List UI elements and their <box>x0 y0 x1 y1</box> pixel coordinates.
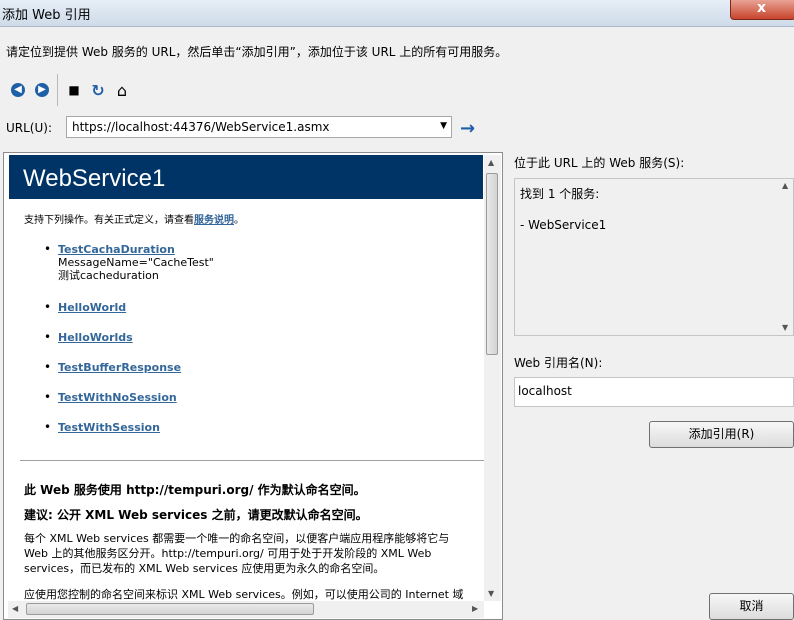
support-text: 支持下列操作。有关正式定义，请查看服务说明。 <box>24 215 244 226</box>
operation-item: • TestCachaDuration MessageName="CacheTe… <box>44 242 214 282</box>
service-header: WebService1 <box>9 155 483 199</box>
vertical-scrollbar[interactable]: ▲ ▼ <box>484 155 501 601</box>
operation-link[interactable]: HelloWorld <box>58 301 126 314</box>
scroll-up-icon[interactable]: ▲ <box>488 158 494 167</box>
home-icon: ⌂ <box>116 80 128 100</box>
stop-button[interactable]: ■ <box>66 80 82 100</box>
close-button[interactable]: x <box>730 0 794 20</box>
namespace-heading: 此 Web 服务使用 http://tempuri.org/ 作为默认命名空间。 <box>24 483 366 497</box>
divider <box>20 460 484 461</box>
refresh-button[interactable]: ↻ <box>90 80 106 100</box>
operation-link[interactable]: TestWithNoSession <box>58 391 177 404</box>
scroll-left-icon[interactable]: ◀ <box>12 604 18 613</box>
url-value: https://localhost:44376/WebService1.asmx <box>72 120 330 134</box>
reference-name-label: Web 引用名(N): <box>514 356 603 370</box>
operation-item: • TestBufferResponse <box>44 360 182 374</box>
operation-link[interactable]: TestWithSession <box>58 421 160 434</box>
namespace-paragraph-2: 应使用您控制的命名空间来标识 XML Web services。例如，可以使用公… <box>24 588 464 601</box>
horizontal-scroll-thumb[interactable] <box>26 603 314 615</box>
service-description-link[interactable]: 服务说明 <box>194 215 234 226</box>
browser-content: WebService1 支持下列操作。有关正式定义，请查看服务说明。 • Tes… <box>8 155 484 601</box>
operation-item: • TestWithSession <box>44 420 160 434</box>
close-icon: x <box>757 0 767 16</box>
forward-arrow-icon: ▶ <box>35 83 49 97</box>
operation-link[interactable]: TestCachaDuration <box>58 243 214 256</box>
toolbar-separator <box>57 74 58 106</box>
scroll-up-icon[interactable]: ▲ <box>782 181 788 190</box>
browser-pane: WebService1 支持下列操作。有关正式定义，请查看服务说明。 • Tes… <box>3 152 503 620</box>
stop-icon: ■ <box>68 83 80 97</box>
operation-item: • HelloWorlds <box>44 330 133 344</box>
window-title: 添加 Web 引用 <box>2 8 91 23</box>
reference-name-field[interactable] <box>514 377 794 407</box>
back-arrow-icon: ◀ <box>11 83 25 97</box>
scroll-right-icon[interactable]: ▶ <box>472 604 478 613</box>
url-label: URL(U): <box>6 121 52 135</box>
operation-item: • HelloWorld <box>44 300 127 314</box>
services-list[interactable]: 找到 1 个服务: - WebService1 ▲ ▼ <box>514 178 794 336</box>
operation-link[interactable]: TestBufferResponse <box>58 361 181 374</box>
title-bar: 添加 Web 引用 x <box>0 0 794 27</box>
chevron-down-icon[interactable]: ▼ <box>440 121 447 131</box>
instruction-text: 请定位到提供 Web 服务的 URL，然后单击“添加引用”，添加位于该 URL … <box>6 45 508 59</box>
services-found-text: 找到 1 个服务: <box>520 187 600 201</box>
operation-item: • TestWithNoSession <box>44 390 177 404</box>
namespace-paragraph: 每个 XML Web services 都需要一个唯一的命名空间，以便客户端应用… <box>24 532 450 575</box>
scroll-down-icon[interactable]: ▼ <box>488 589 494 598</box>
reference-name-input[interactable] <box>518 384 788 398</box>
service-title: WebService1 <box>23 165 166 192</box>
go-arrow-icon[interactable]: → <box>460 118 475 139</box>
refresh-icon: ↻ <box>91 80 105 100</box>
cancel-button[interactable]: 取消 <box>709 593 794 620</box>
scroll-down-icon[interactable]: ▼ <box>782 323 788 332</box>
vertical-scroll-thumb[interactable] <box>486 173 498 355</box>
forward-button[interactable]: ▶ <box>34 80 50 100</box>
operation-link[interactable]: HelloWorlds <box>58 331 133 344</box>
horizontal-scrollbar[interactable]: ◀ ▶ <box>8 601 484 618</box>
services-label: 位于此 URL 上的 Web 服务(S): <box>514 156 685 170</box>
back-button[interactable]: ◀ <box>10 80 26 100</box>
recommendation-heading: 建议: 公开 XML Web services 之前，请更改默认命名空间。 <box>24 508 368 522</box>
home-button[interactable]: ⌂ <box>114 80 130 100</box>
service-list-item: - WebService1 <box>520 218 607 232</box>
url-combobox[interactable]: https://localhost:44376/WebService1.asmx… <box>66 116 452 138</box>
services-scrollbar[interactable]: ▲ ▼ <box>779 179 793 335</box>
add-reference-button[interactable]: 添加引用(R) <box>649 421 794 448</box>
